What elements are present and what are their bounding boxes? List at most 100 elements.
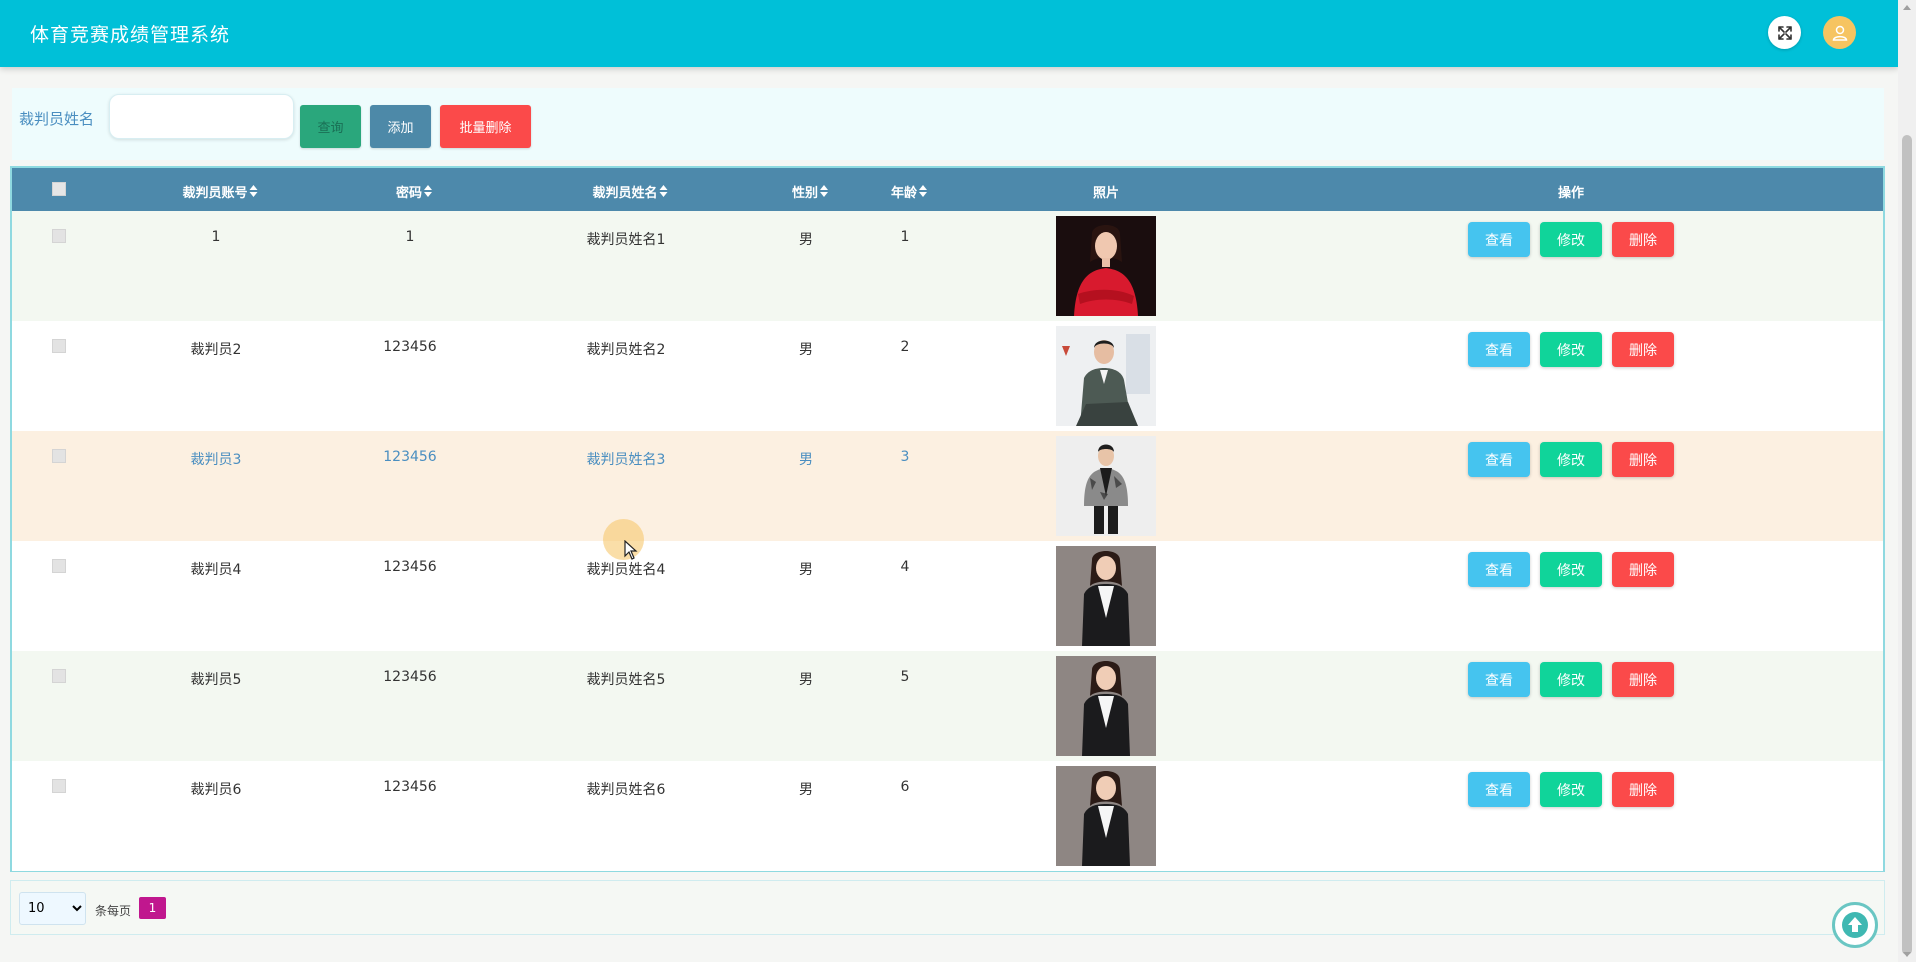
- back-to-top-button[interactable]: [1832, 902, 1878, 948]
- cell-age: 1: [900, 229, 910, 245]
- cell-name: 裁判员姓名2: [586, 342, 666, 358]
- cell-gender: 男: [799, 672, 813, 688]
- column-header-account[interactable]: 裁判员账号: [182, 182, 258, 201]
- batch-delete-button[interactable]: 批量删除: [440, 105, 531, 148]
- cell-account: 1: [211, 229, 221, 245]
- table-row: 裁判员2 123456 裁判员姓名2 男 2 查看 修改 删除: [12, 321, 1883, 431]
- woman-black-blazer-image: [1056, 546, 1156, 646]
- delete-button[interactable]: 删除: [1612, 552, 1674, 587]
- cell-gender: 男: [799, 452, 813, 468]
- table-row: 裁判员5 123456 裁判员姓名5 男 5 查看 修改 删除: [12, 651, 1883, 761]
- view-button[interactable]: 查看: [1468, 772, 1530, 807]
- column-header-gender[interactable]: 性别: [792, 182, 829, 201]
- expand-icon: [1777, 25, 1792, 40]
- arrow-up-circle-icon: [1842, 912, 1868, 938]
- cell-name: 裁判员姓名6: [586, 782, 666, 798]
- per-page-label: 条每页: [95, 904, 132, 918]
- cell-password: 123456: [383, 449, 437, 465]
- view-button[interactable]: 查看: [1468, 552, 1530, 587]
- cell-age: 3: [900, 449, 910, 465]
- woman-black-blazer-image: [1056, 766, 1156, 866]
- row-checkbox[interactable]: [52, 339, 66, 353]
- cell-account: 裁判员5: [190, 672, 242, 688]
- scroll-down-arrow-icon[interactable]: [1903, 952, 1911, 957]
- view-button[interactable]: 查看: [1468, 332, 1530, 367]
- photo-thumbnail[interactable]: [1056, 766, 1156, 866]
- cell-name: 裁判员姓名3: [586, 452, 666, 468]
- top-bar: 体育竞赛成绩管理系统: [0, 0, 1898, 67]
- page-button-current[interactable]: 1: [139, 897, 166, 919]
- page-size-select[interactable]: 10: [19, 892, 86, 925]
- edit-button[interactable]: 修改: [1540, 772, 1602, 807]
- edit-button[interactable]: 修改: [1540, 332, 1602, 367]
- photo-thumbnail[interactable]: [1056, 656, 1156, 756]
- cell-age: 6: [900, 779, 910, 795]
- search-label: 裁判员姓名: [19, 110, 95, 128]
- table-row: 裁判员6 123456 裁判员姓名6 男 6 查看 修改 删除: [12, 761, 1883, 871]
- row-checkbox[interactable]: [52, 779, 66, 793]
- user-avatar-button[interactable]: [1823, 16, 1856, 49]
- edit-button[interactable]: 修改: [1540, 442, 1602, 477]
- seated-man-suit-image: [1056, 326, 1156, 426]
- photo-thumbnail[interactable]: [1056, 326, 1156, 426]
- pagination-bar: 10 条每页 1: [10, 880, 1885, 935]
- scrollbar-thumb[interactable]: [1902, 135, 1912, 955]
- edit-button[interactable]: 修改: [1540, 222, 1602, 257]
- view-button[interactable]: 查看: [1468, 662, 1530, 697]
- search-panel: 裁判员姓名 查询 添加 批量删除: [12, 88, 1884, 160]
- edit-button[interactable]: 修改: [1540, 662, 1602, 697]
- referee-table: 裁判员账号 密码 裁判员姓名 性别 年龄 照片 操作 1 1 裁判员姓名1 男 …: [10, 166, 1885, 872]
- row-checkbox[interactable]: [52, 229, 66, 243]
- select-all-checkbox[interactable]: [52, 182, 66, 196]
- table-row: 1 1 裁判员姓名1 男 1 查看 修改 删除: [12, 211, 1883, 321]
- delete-button[interactable]: 删除: [1612, 222, 1674, 257]
- delete-button[interactable]: 删除: [1612, 442, 1674, 477]
- cell-password: 123456: [383, 669, 437, 685]
- cell-name: 裁判员姓名1: [586, 232, 666, 248]
- cell-gender: 男: [799, 232, 813, 248]
- column-header-age[interactable]: 年龄: [891, 182, 928, 201]
- delete-button[interactable]: 删除: [1612, 662, 1674, 697]
- cell-gender: 男: [799, 782, 813, 798]
- cell-name: 裁判员姓名5: [586, 672, 666, 688]
- edit-button[interactable]: 修改: [1540, 552, 1602, 587]
- query-button[interactable]: 查询: [300, 105, 361, 148]
- view-button[interactable]: 查看: [1468, 442, 1530, 477]
- man-camo-jacket-image: [1056, 436, 1156, 536]
- mouse-cursor-icon: [624, 540, 638, 560]
- cell-age: 5: [900, 669, 910, 685]
- cell-account: 裁判员3: [190, 452, 242, 468]
- cell-gender: 男: [799, 562, 813, 578]
- cell-password: 123456: [383, 559, 437, 575]
- cell-password: 123456: [383, 339, 437, 355]
- scroll-up-arrow-icon[interactable]: [1903, 5, 1911, 10]
- delete-button[interactable]: 删除: [1612, 332, 1674, 367]
- cell-age: 4: [900, 559, 910, 575]
- cell-account: 裁判员6: [190, 782, 242, 798]
- row-checkbox[interactable]: [52, 559, 66, 573]
- column-header-name[interactable]: 裁判员姓名: [592, 182, 668, 201]
- cell-name: 裁判员姓名4: [586, 562, 666, 578]
- table-header: 裁判员账号 密码 裁判员姓名 性别 年龄 照片 操作: [12, 168, 1883, 211]
- photo-thumbnail[interactable]: [1056, 546, 1156, 646]
- cell-gender: 男: [799, 342, 813, 358]
- photo-thumbnail[interactable]: [1056, 216, 1156, 316]
- row-checkbox[interactable]: [52, 669, 66, 683]
- fullscreen-button[interactable]: [1768, 16, 1801, 49]
- table-row: 裁判员4 123456 裁判员姓名4 男 4 查看 修改 删除: [12, 541, 1883, 651]
- add-button[interactable]: 添加: [370, 105, 431, 148]
- column-header-actions: 操作: [1557, 186, 1585, 201]
- view-button[interactable]: 查看: [1468, 222, 1530, 257]
- cell-age: 2: [900, 339, 910, 355]
- cell-account: 裁判员2: [190, 342, 242, 358]
- column-header-photo: 照片: [1092, 186, 1120, 201]
- row-checkbox[interactable]: [52, 449, 66, 463]
- referee-name-search-input[interactable]: [109, 94, 294, 139]
- column-header-password[interactable]: 密码: [396, 182, 433, 201]
- photo-thumbnail[interactable]: [1056, 436, 1156, 536]
- red-dress-woman-image: [1056, 216, 1156, 316]
- cell-password: 123456: [383, 779, 437, 795]
- page-scrollbar[interactable]: [1898, 0, 1916, 962]
- app-title: 体育竞赛成绩管理系统: [30, 24, 231, 46]
- delete-button[interactable]: 删除: [1612, 772, 1674, 807]
